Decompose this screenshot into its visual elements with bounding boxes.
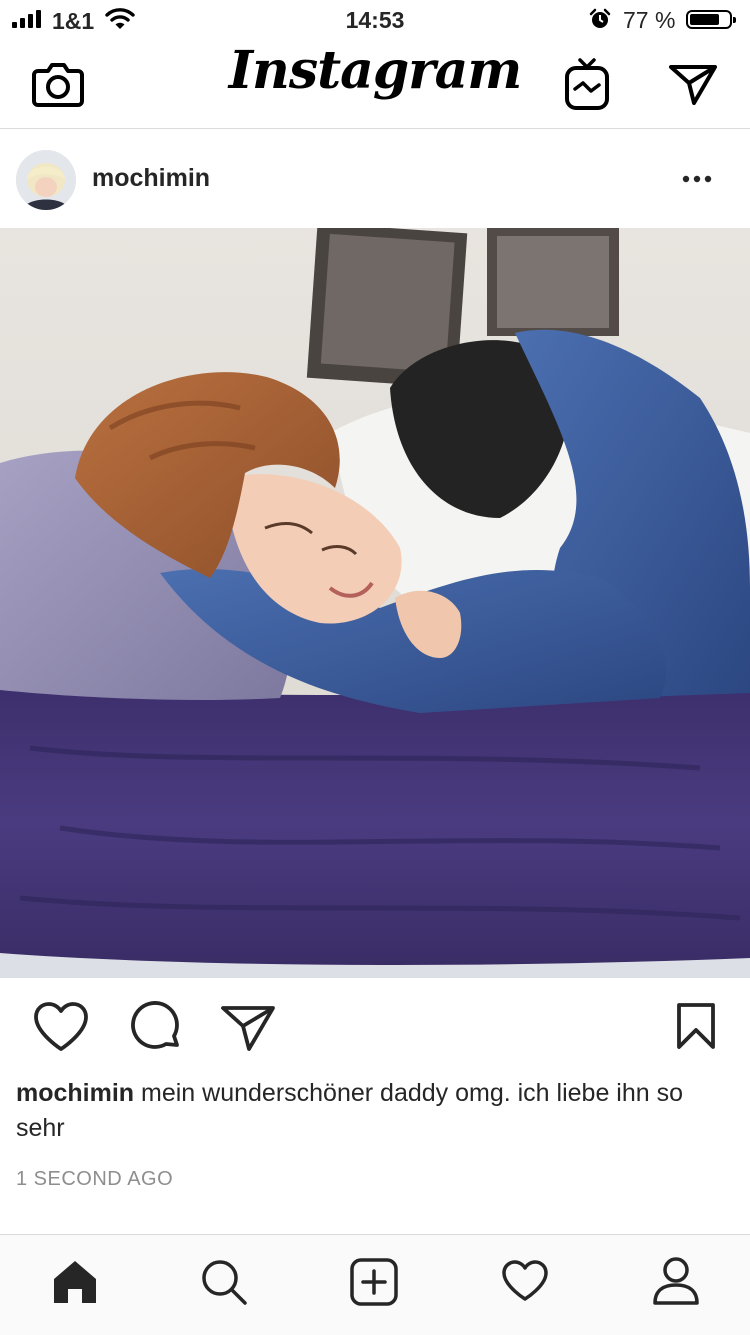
battery-level (690, 14, 719, 25)
like-icon[interactable] (33, 1001, 89, 1053)
post-username[interactable]: mochimin (92, 164, 210, 193)
post-caption: mochimin mein wunderschöner daddy omg. i… (16, 1076, 736, 1146)
battery-percent: 77 % (623, 7, 676, 33)
post-photo[interactable] (0, 228, 750, 978)
direct-message-icon[interactable] (668, 64, 718, 106)
more-options-icon[interactable] (682, 175, 712, 183)
post-header: mochimin (0, 129, 750, 228)
profile-icon[interactable] (652, 1257, 700, 1305)
battery-icon (686, 10, 736, 29)
home-icon[interactable] (52, 1259, 98, 1305)
top-navigation-bar: Instagram (0, 40, 750, 129)
instagram-logo: Instagram (228, 40, 523, 101)
comment-icon[interactable] (128, 1001, 182, 1053)
share-icon[interactable] (220, 1004, 276, 1052)
activity-icon[interactable] (502, 1260, 548, 1302)
avatar[interactable] (16, 150, 76, 210)
alarm-icon (589, 8, 611, 28)
post-timestamp: 1 SECOND AGO (16, 1168, 174, 1190)
post-actions (0, 978, 750, 1078)
caption-username[interactable]: mochimin (16, 1079, 134, 1107)
search-icon[interactable] (201, 1259, 247, 1305)
status-bar: 1&1 14:53 77 % (0, 0, 750, 40)
igtv-icon[interactable] (565, 58, 609, 110)
new-post-icon[interactable] (350, 1258, 398, 1306)
bottom-tab-bar (0, 1234, 750, 1335)
bookmark-icon[interactable] (676, 1002, 716, 1050)
